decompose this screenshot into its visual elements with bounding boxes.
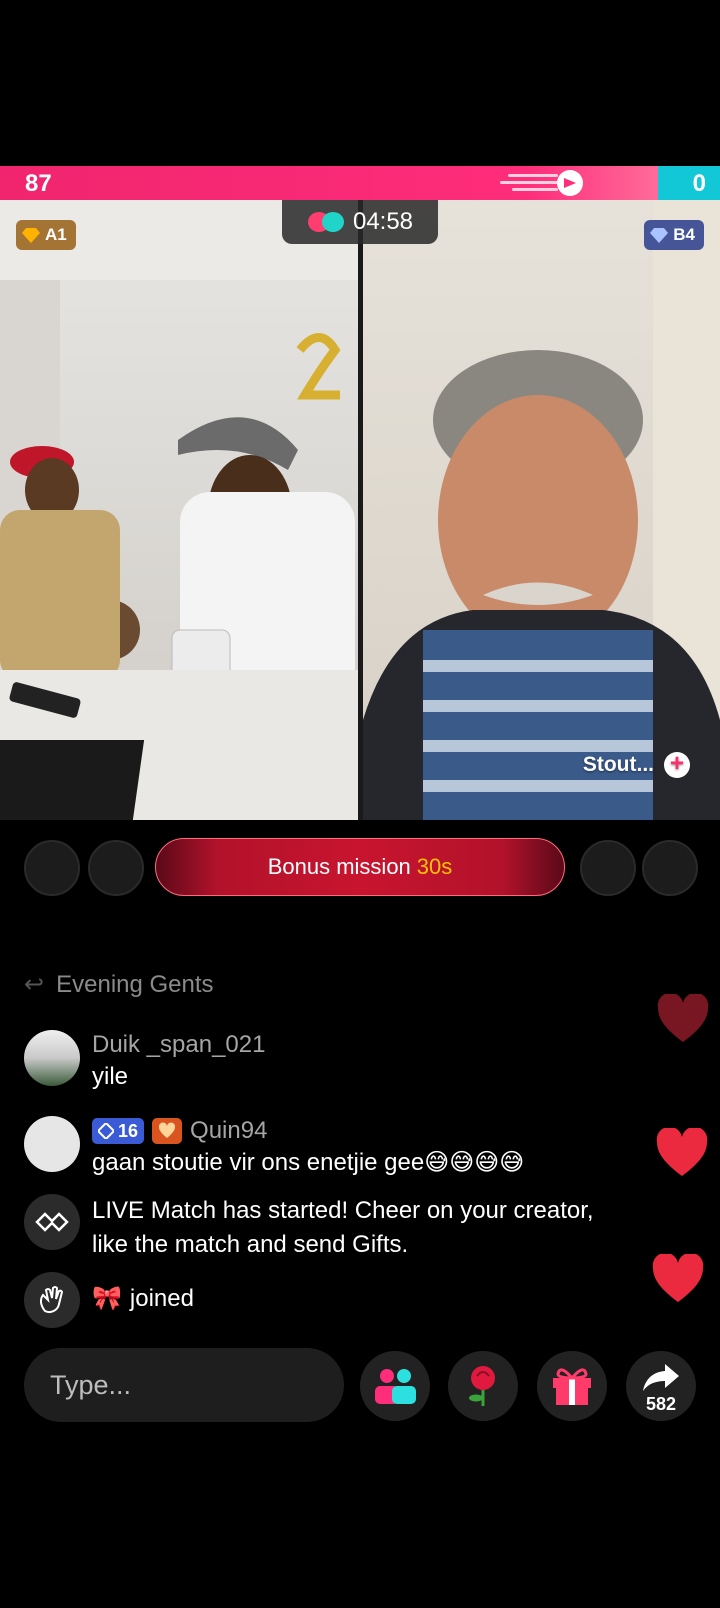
avatar[interactable] <box>24 1030 80 1086</box>
opponent-video[interactable]: B4 Stout... + <box>363 200 720 820</box>
avatar[interactable] <box>24 1116 80 1172</box>
faded-chat-text: Evening Gents <box>56 971 214 998</box>
wave-hand-icon <box>24 1272 80 1328</box>
chat-text: gaan stoutie vir ons enetjie gee😅😅😅😅 <box>92 1149 525 1176</box>
top-supporter-avatar[interactable] <box>24 840 80 896</box>
rose-gift-button[interactable] <box>448 1351 518 1421</box>
join-text: joined <box>129 1285 194 1312</box>
faded-chat-line: ↩ Evening Gents <box>24 970 214 999</box>
level-diamond-icon <box>98 1123 114 1139</box>
join-row: 🎀 joined <box>92 1282 194 1316</box>
comment-placeholder: Type... <box>50 1369 132 1400</box>
left-score: 87 <box>25 170 52 197</box>
host-rank-badge: A1 <box>16 220 76 250</box>
match-score-bar: 87 0 <box>0 166 720 200</box>
system-text: LIVE Match has started! Cheer on your cr… <box>92 1197 594 1258</box>
share-arrow-icon <box>643 1364 679 1391</box>
host-scene <box>0 200 358 820</box>
comment-input[interactable]: Type... <box>24 1348 344 1422</box>
chat-text: yile <box>92 1063 129 1090</box>
share-button[interactable]: 582 <box>626 1351 696 1421</box>
opponent-name-tag[interactable]: Stout... + <box>583 752 690 778</box>
floating-heart-icon <box>656 1128 708 1176</box>
chat-username[interactable]: Quin94 <box>190 1117 267 1145</box>
opponent-scene <box>363 200 720 820</box>
chat-user-row: 16 Quin94 <box>92 1116 524 1146</box>
empty-seat-avatar[interactable] <box>642 840 698 896</box>
match-timer: 04:58 <box>282 200 438 244</box>
heart-shield-icon <box>159 1122 176 1138</box>
chat-username[interactable]: Duik _span_021 <box>92 1030 265 1060</box>
opponent-rank-badge: B4 <box>644 220 704 250</box>
battle-video-area: A1 B4 Stout... + 04:58 <box>0 200 720 820</box>
bottom-bar: Type... 582 <box>0 1348 720 1424</box>
system-message: LIVE Match has started! Cheer on your cr… <box>24 1194 612 1262</box>
host-rank: A1 <box>45 225 67 244</box>
level-number: 16 <box>118 1120 139 1141</box>
bonus-mission-banner[interactable]: Bonus mission 30s <box>155 838 565 896</box>
gem-icon <box>22 227 40 243</box>
handshake-icon <box>24 1194 80 1250</box>
fan-club-badge <box>152 1118 183 1144</box>
bonus-label: Bonus mission <box>267 854 411 879</box>
boxing-gloves-icon <box>307 212 344 232</box>
gift-button[interactable] <box>537 1351 607 1421</box>
empty-seat-avatar[interactable] <box>580 840 636 896</box>
streak-icon <box>500 170 583 196</box>
multi-guest-button[interactable] <box>360 1351 430 1421</box>
share-count: 582 <box>645 1394 677 1414</box>
level-badge: 16 <box>92 1118 145 1144</box>
right-score-fill: 0 <box>658 166 720 200</box>
bow-icon: 🎀 <box>92 1285 122 1312</box>
chat-message[interactable]: Duik _span_021 yile <box>24 1030 265 1094</box>
opponent-name: Stout... <box>582 753 654 776</box>
floating-heart-icon <box>657 994 709 1042</box>
bonus-seconds: 30s <box>416 854 453 879</box>
join-message: 🎀 joined <box>24 1272 194 1328</box>
rose-icon <box>469 1366 495 1406</box>
opponent-rank: B4 <box>673 225 695 244</box>
bonus-row: Bonus mission 30s <box>0 836 720 896</box>
floating-heart-icon <box>652 1254 704 1302</box>
top-supporter-avatar[interactable] <box>88 840 144 896</box>
people-icon <box>375 1369 416 1404</box>
gift-box-icon <box>553 1368 591 1405</box>
left-score-fill: 87 <box>0 166 658 200</box>
diamond-icon <box>650 227 669 243</box>
host-video[interactable]: A1 <box>0 200 358 820</box>
follow-plus-icon[interactable]: + <box>664 752 690 778</box>
chat-message[interactable]: 16 Quin94 gaan stoutie vir ons enetjie g… <box>24 1116 524 1180</box>
right-score: 0 <box>692 170 706 197</box>
timer-value: 04:58 <box>352 208 414 235</box>
reply-arrow-icon: ↩ <box>24 971 45 998</box>
